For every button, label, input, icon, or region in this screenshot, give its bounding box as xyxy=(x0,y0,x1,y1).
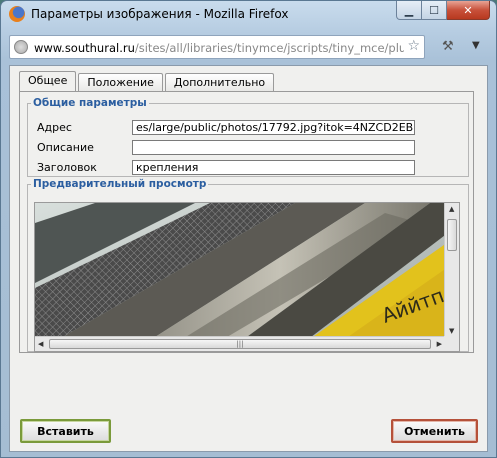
title-bar[interactable]: Параметры изображения - Mozilla Firefox … xyxy=(1,1,496,29)
general-legend: Общие параметры xyxy=(33,97,147,109)
description-input[interactable] xyxy=(132,140,415,155)
cancel-button[interactable]: Отменить xyxy=(391,419,478,443)
scroll-corner xyxy=(444,336,459,351)
close-button[interactable]: ✕ xyxy=(447,1,490,20)
preview-legend: Предварительный просмотр xyxy=(33,178,207,190)
popup-window: Параметры изображения - Mozilla Firefox … xyxy=(0,0,497,458)
address-bar[interactable]: www.southural.ru/sites/all/libraries/tin… xyxy=(9,35,425,59)
scroll-up-icon[interactable]: ▲ xyxy=(449,205,454,213)
tab-general[interactable]: Общее xyxy=(19,71,77,91)
tab-bar: Общее Положение Дополнительно xyxy=(19,71,276,91)
insert-button[interactable]: Вставить xyxy=(20,419,111,443)
general-fieldset: Общие параметры Адрес es/large/public/ph… xyxy=(27,97,469,177)
window-controls: ▁ ☐ ✕ xyxy=(396,1,490,20)
url-text[interactable]: www.southural.ru/sites/all/libraries/tin… xyxy=(34,41,404,55)
vertical-scroll-thumb[interactable] xyxy=(447,219,457,251)
horizontal-scroll-thumb[interactable]: ||| xyxy=(49,339,431,349)
preview-photo: Аййтп xyxy=(35,203,459,351)
preview-fieldset: Предварительный просмотр Аййтп ▲ ▼ ◀ |||… xyxy=(27,178,469,352)
tab-advanced[interactable]: Дополнительно xyxy=(164,73,275,91)
addon-icon[interactable]: ⚒ xyxy=(442,39,454,54)
scroll-left-icon[interactable]: ◀ xyxy=(38,340,43,348)
tab-panel: Общие параметры Адрес es/large/public/ph… xyxy=(19,91,474,353)
globe-icon xyxy=(14,40,28,54)
scroll-down-icon[interactable]: ▼ xyxy=(449,327,454,335)
bookmark-star-icon[interactable]: ☆ xyxy=(407,38,420,54)
dialog-content: Общее Положение Дополнительно Общие пара… xyxy=(9,65,488,452)
description-label: Описание xyxy=(37,141,94,154)
address-label: Адрес xyxy=(37,121,72,134)
title-input[interactable]: крепления xyxy=(132,160,415,175)
maximize-button[interactable]: ☐ xyxy=(422,1,447,20)
preview-vertical-scrollbar[interactable]: ▲ ▼ xyxy=(444,203,459,337)
preview-horizontal-scrollbar[interactable]: ◀ ||| ▶ xyxy=(35,336,445,351)
address-input[interactable]: es/large/public/photos/17792.jpg?itok=4N… xyxy=(132,120,415,135)
image-preview[interactable]: Аййтп ▲ ▼ ◀ ||| ▶ xyxy=(34,202,460,352)
title-label: Заголовок xyxy=(37,161,97,174)
window-title: Параметры изображения - Mozilla Firefox xyxy=(31,7,289,21)
scroll-right-icon[interactable]: ▶ xyxy=(437,340,442,348)
minimize-button[interactable]: ▁ xyxy=(396,1,422,20)
tab-position[interactable]: Положение xyxy=(78,73,163,91)
firefox-icon xyxy=(9,6,25,22)
chevron-down-icon[interactable]: ▼ xyxy=(472,40,480,51)
